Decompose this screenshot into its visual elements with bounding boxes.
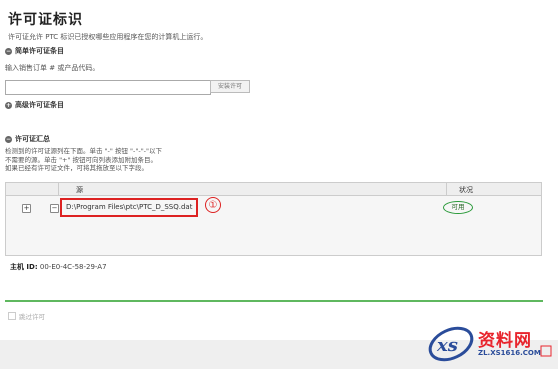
license-source-table: 源 状况 + − D:\Program Files\ptc\PTC_D_SSQ.… <box>5 182 542 256</box>
progress-divider <box>5 300 543 302</box>
license-summary-label: 许可证汇总 <box>15 135 50 143</box>
summary-line: 检测到的许可证源列在下面。单击 "-" 按钮 "-"-"-"以下 <box>5 147 163 155</box>
skip-license-label: 跳过许可 <box>19 313 45 321</box>
svg-text:xs: xs <box>436 335 458 356</box>
simple-license-label: 简单许可证条目 <box>15 47 64 55</box>
collapse-icon[interactable]: − <box>5 47 12 55</box>
license-path-cell[interactable]: D:\Program Files\ptc\PTC_D_SSQ.dat <box>60 198 198 217</box>
remove-source-button[interactable]: − <box>50 204 59 213</box>
simple-license-section[interactable]: − 简单许可证条目 <box>5 46 64 56</box>
host-id-label: 主机 ID: <box>10 263 38 271</box>
advanced-license-label: 高级许可证条目 <box>15 101 64 109</box>
add-source-button[interactable]: + <box>22 204 31 213</box>
watermark-text: 资料网 <box>478 331 532 351</box>
collapse-icon[interactable]: − <box>5 135 12 143</box>
column-header-source: 源 <box>76 186 83 194</box>
page-title: 许可证标识 <box>8 12 83 28</box>
page-description: 许可证允许 PTC 标识已授权哪些应用程序在您的计算机上运行。 <box>8 33 208 41</box>
expand-icon[interactable]: + <box>5 101 12 109</box>
host-id-value: 00-E0-4C-58-29-A7 <box>39 263 107 271</box>
table-header-row: 源 状况 <box>6 183 541 196</box>
advanced-license-section[interactable]: + 高级许可证条目 <box>5 100 64 110</box>
order-code-input[interactable] <box>5 80 211 95</box>
summary-instructions: 检测到的许可证源列在下面。单击 "-" 按钮 "-"-"-"以下 不需要的源。单… <box>5 147 162 173</box>
status-badge: 可用 <box>443 201 473 214</box>
watermark-url: ZL.XS1616.COM <box>478 349 541 357</box>
column-header-status: 状况 <box>459 186 473 194</box>
annotation-marker: ① <box>205 197 221 213</box>
skip-license-option[interactable]: 跳过许可 <box>8 311 45 321</box>
column-divider <box>58 183 59 195</box>
install-license-button[interactable]: 安装许可 <box>210 80 250 93</box>
table-row: + − D:\Program Files\ptc\PTC_D_SSQ.dat ①… <box>6 197 541 219</box>
license-summary-section[interactable]: − 许可证汇总 <box>5 134 50 144</box>
summary-line: 如果已经有许可证文件，可将其拖放至以下字段。 <box>5 164 148 172</box>
summary-line: 不需要的源。单击 "+" 按钮可向列表添加附加条目。 <box>5 155 158 164</box>
skip-license-checkbox[interactable] <box>8 312 16 320</box>
column-divider <box>446 183 447 195</box>
simple-license-prompt: 输入销售订单 # 或产品代码。 <box>5 64 100 72</box>
host-id: 主机 ID: 00-E0-4C-58-29-A7 <box>10 262 107 272</box>
